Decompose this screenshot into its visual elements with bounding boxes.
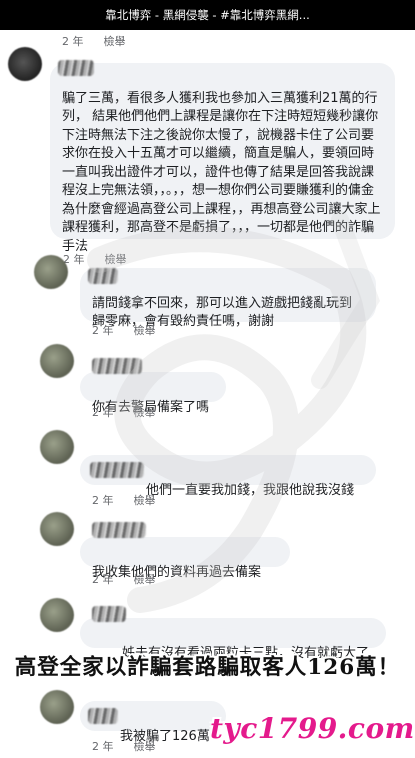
comment-time: 2 年 — [92, 573, 114, 586]
report-link[interactable]: 檢舉 — [134, 322, 156, 338]
redacted-name — [92, 606, 126, 622]
comment-time: 2 年 — [62, 35, 84, 48]
report-link[interactable]: 檢舉 — [104, 33, 126, 49]
comment-meta: 2 年 檢舉 — [62, 33, 126, 49]
window-title-bar: 靠北博弈 - 黑網侵襲 - #靠北博弈黑網... — [0, 0, 415, 30]
comment-time: 2 年 — [92, 324, 114, 337]
avatar[interactable] — [40, 690, 74, 724]
comment-meta: 2 年 檢舉 — [92, 738, 156, 754]
redacted-name — [92, 358, 142, 374]
comment-meta: 2 年 檢舉 — [92, 404, 156, 420]
comment-bubble: 姊夫有沒有看過兩粒卡三點，沒有就虧大了 — [80, 618, 386, 661]
redacted-name — [88, 268, 118, 284]
redacted-name — [58, 60, 94, 76]
headline-banner: 高登全家以詐騙套路騙取客人126萬！ — [14, 655, 401, 680]
avatar[interactable] — [40, 430, 74, 464]
comment-time: 2 年 — [92, 406, 114, 419]
redacted-name — [88, 708, 118, 724]
report-link[interactable]: 檢舉 — [105, 251, 127, 267]
window-title: 靠北博弈 - 黑網侵襲 - #靠北博弈黑網... — [105, 8, 310, 22]
comment-bubble: 你有去警局備案了嗎 — [80, 372, 226, 415]
report-link[interactable]: 檢舉 — [134, 492, 156, 508]
report-link[interactable]: 檢舉 — [134, 738, 156, 754]
avatar[interactable] — [8, 47, 42, 81]
comment-text: 騙了三萬，看很多人獲利我也參加入三萬獲利21萬的行列， 結果他們他們上課程是讓你… — [62, 90, 381, 254]
comment-meta: 2 年 檢舉 — [92, 492, 156, 508]
comment-meta: 2 年 檢舉 — [63, 251, 127, 267]
report-link[interactable]: 檢舉 — [134, 404, 156, 420]
avatar[interactable] — [40, 598, 74, 632]
comment-bubble: 我收集他們的資料再過去備案 — [80, 537, 290, 580]
comment-bubble: 騙了三萬，看很多人獲利我也參加入三萬獲利21萬的行列， 結果他們他們上課程是讓你… — [50, 63, 395, 254]
comment-time: 2 年 — [92, 740, 114, 753]
comment-bubble: 請問錢拿不回來，那可以進入遊戲把錢亂玩到歸零麻，會有毀約責任嗎，謝謝 — [80, 268, 376, 329]
comment-meta: 2 年 檢舉 — [92, 322, 156, 338]
report-link[interactable]: 檢舉 — [134, 571, 156, 587]
comment-meta: 2 年 檢舉 — [92, 571, 156, 587]
redacted-name — [92, 522, 146, 538]
comment-time: 2 年 — [92, 494, 114, 507]
avatar[interactable] — [34, 255, 68, 289]
avatar[interactable] — [40, 512, 74, 546]
redacted-name — [90, 462, 144, 478]
avatar[interactable] — [40, 344, 74, 378]
brand-watermark: tyc1799.com — [210, 712, 415, 745]
comment-text: 他們一直要我加錢，我跟他說我沒錢 — [146, 482, 355, 498]
